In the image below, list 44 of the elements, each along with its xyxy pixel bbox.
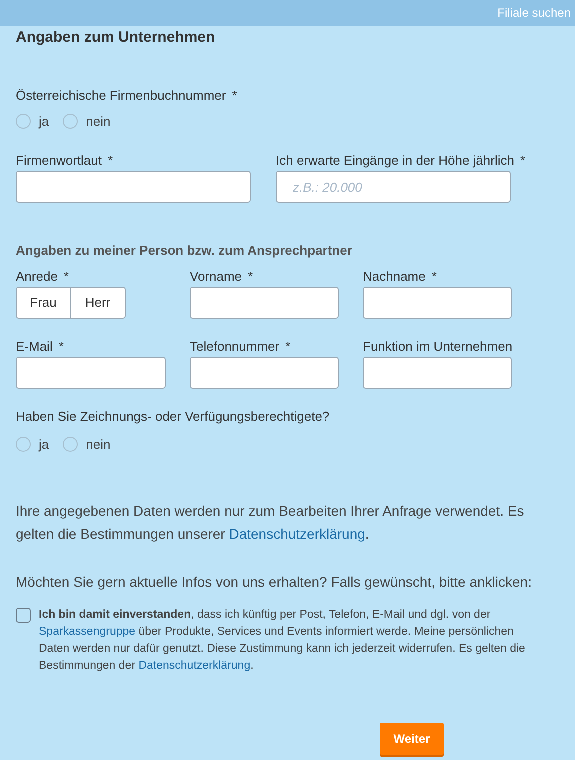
radio-icon bbox=[63, 114, 78, 129]
privacy-note: Ihre angegebenen Daten werden nur zum Bearbeiten Ihrer Anfrage verwendet. Es gelten die Bestimmungen unserer Datenschutzerklärung. bbox=[16, 502, 526, 544]
input-field[interactable] bbox=[190, 356, 339, 388]
required-mark: * bbox=[108, 153, 114, 168]
radio-icon bbox=[63, 436, 78, 452]
radio-icon bbox=[16, 114, 31, 129]
required-mark: * bbox=[64, 268, 69, 284]
required-mark: * bbox=[232, 88, 238, 102]
required-mark: * bbox=[286, 338, 291, 354]
required-mark: * bbox=[248, 268, 254, 284]
field-label: Vorname bbox=[190, 268, 242, 284]
consent-link[interactable]: Datenschutzerklärung bbox=[138, 660, 251, 672]
privacy-link[interactable]: Datenschutzerklärung bbox=[229, 526, 366, 542]
input-field[interactable]: z.B.: 20.000 bbox=[276, 171, 511, 203]
salutation-toggle[interactable]: Herr bbox=[71, 286, 126, 318]
radio-option[interactable]: ja bbox=[16, 112, 50, 131]
field-label: Funktion im Unternehmen bbox=[363, 338, 513, 354]
field-label: Haben Sie Zeichnungs- oder Verfügungsberechtigete? bbox=[16, 408, 330, 424]
required-mark: * bbox=[432, 268, 437, 284]
salutation-toggle[interactable]: Frau bbox=[16, 286, 71, 318]
radio-option[interactable]: ja bbox=[16, 434, 50, 454]
required-mark: * bbox=[520, 153, 526, 168]
consent-checkbox[interactable] bbox=[16, 608, 31, 623]
input-field[interactable] bbox=[190, 286, 339, 318]
field-label: E-Mail bbox=[16, 338, 53, 354]
section-title: Angaben zu meiner Person bzw. zum Ansprechpartner bbox=[16, 242, 354, 260]
field-label: Telefonnummer bbox=[190, 338, 280, 354]
section-title: Angaben zum Unternehmen bbox=[16, 28, 216, 48]
radio-icon bbox=[16, 436, 31, 452]
field-label: Ich erwarte Eingänge in der Höhe jährlich bbox=[276, 153, 514, 168]
consent-link[interactable]: Sparkassengruppe bbox=[39, 626, 136, 638]
field-label: Anrede bbox=[16, 268, 58, 284]
field-label: Österreichische Firmenbuchnummer bbox=[16, 88, 226, 102]
input-field[interactable] bbox=[16, 356, 166, 388]
input-field[interactable] bbox=[363, 286, 512, 318]
radio-option[interactable]: nein bbox=[63, 112, 111, 131]
input-field[interactable] bbox=[16, 171, 251, 203]
consent-text: Ich bin damit einverstanden, dass ich künftig per Post, Telefon, E-Mail und dgl. von der Sparkassengruppe über Produkte, Services und Events informiert werde. Meine persönlichen Daten werden nur dafür genutzt. Diese Zustimmung kann ich jederzeit widerrufen. Es gelten die Bestimmungen der Datenschutzerklärung. bbox=[39, 608, 526, 674]
newsletter-question: Möchten Sie gern aktuelle Infos von uns erhalten? Falls gewünscht, bitte anklicken: bbox=[16, 573, 533, 592]
field-label: Nachname bbox=[363, 268, 426, 284]
radio-option[interactable]: nein bbox=[63, 434, 111, 454]
input-field[interactable] bbox=[363, 356, 512, 388]
required-mark: * bbox=[58, 338, 64, 354]
field-label: Firmenwortlaut bbox=[16, 153, 102, 168]
